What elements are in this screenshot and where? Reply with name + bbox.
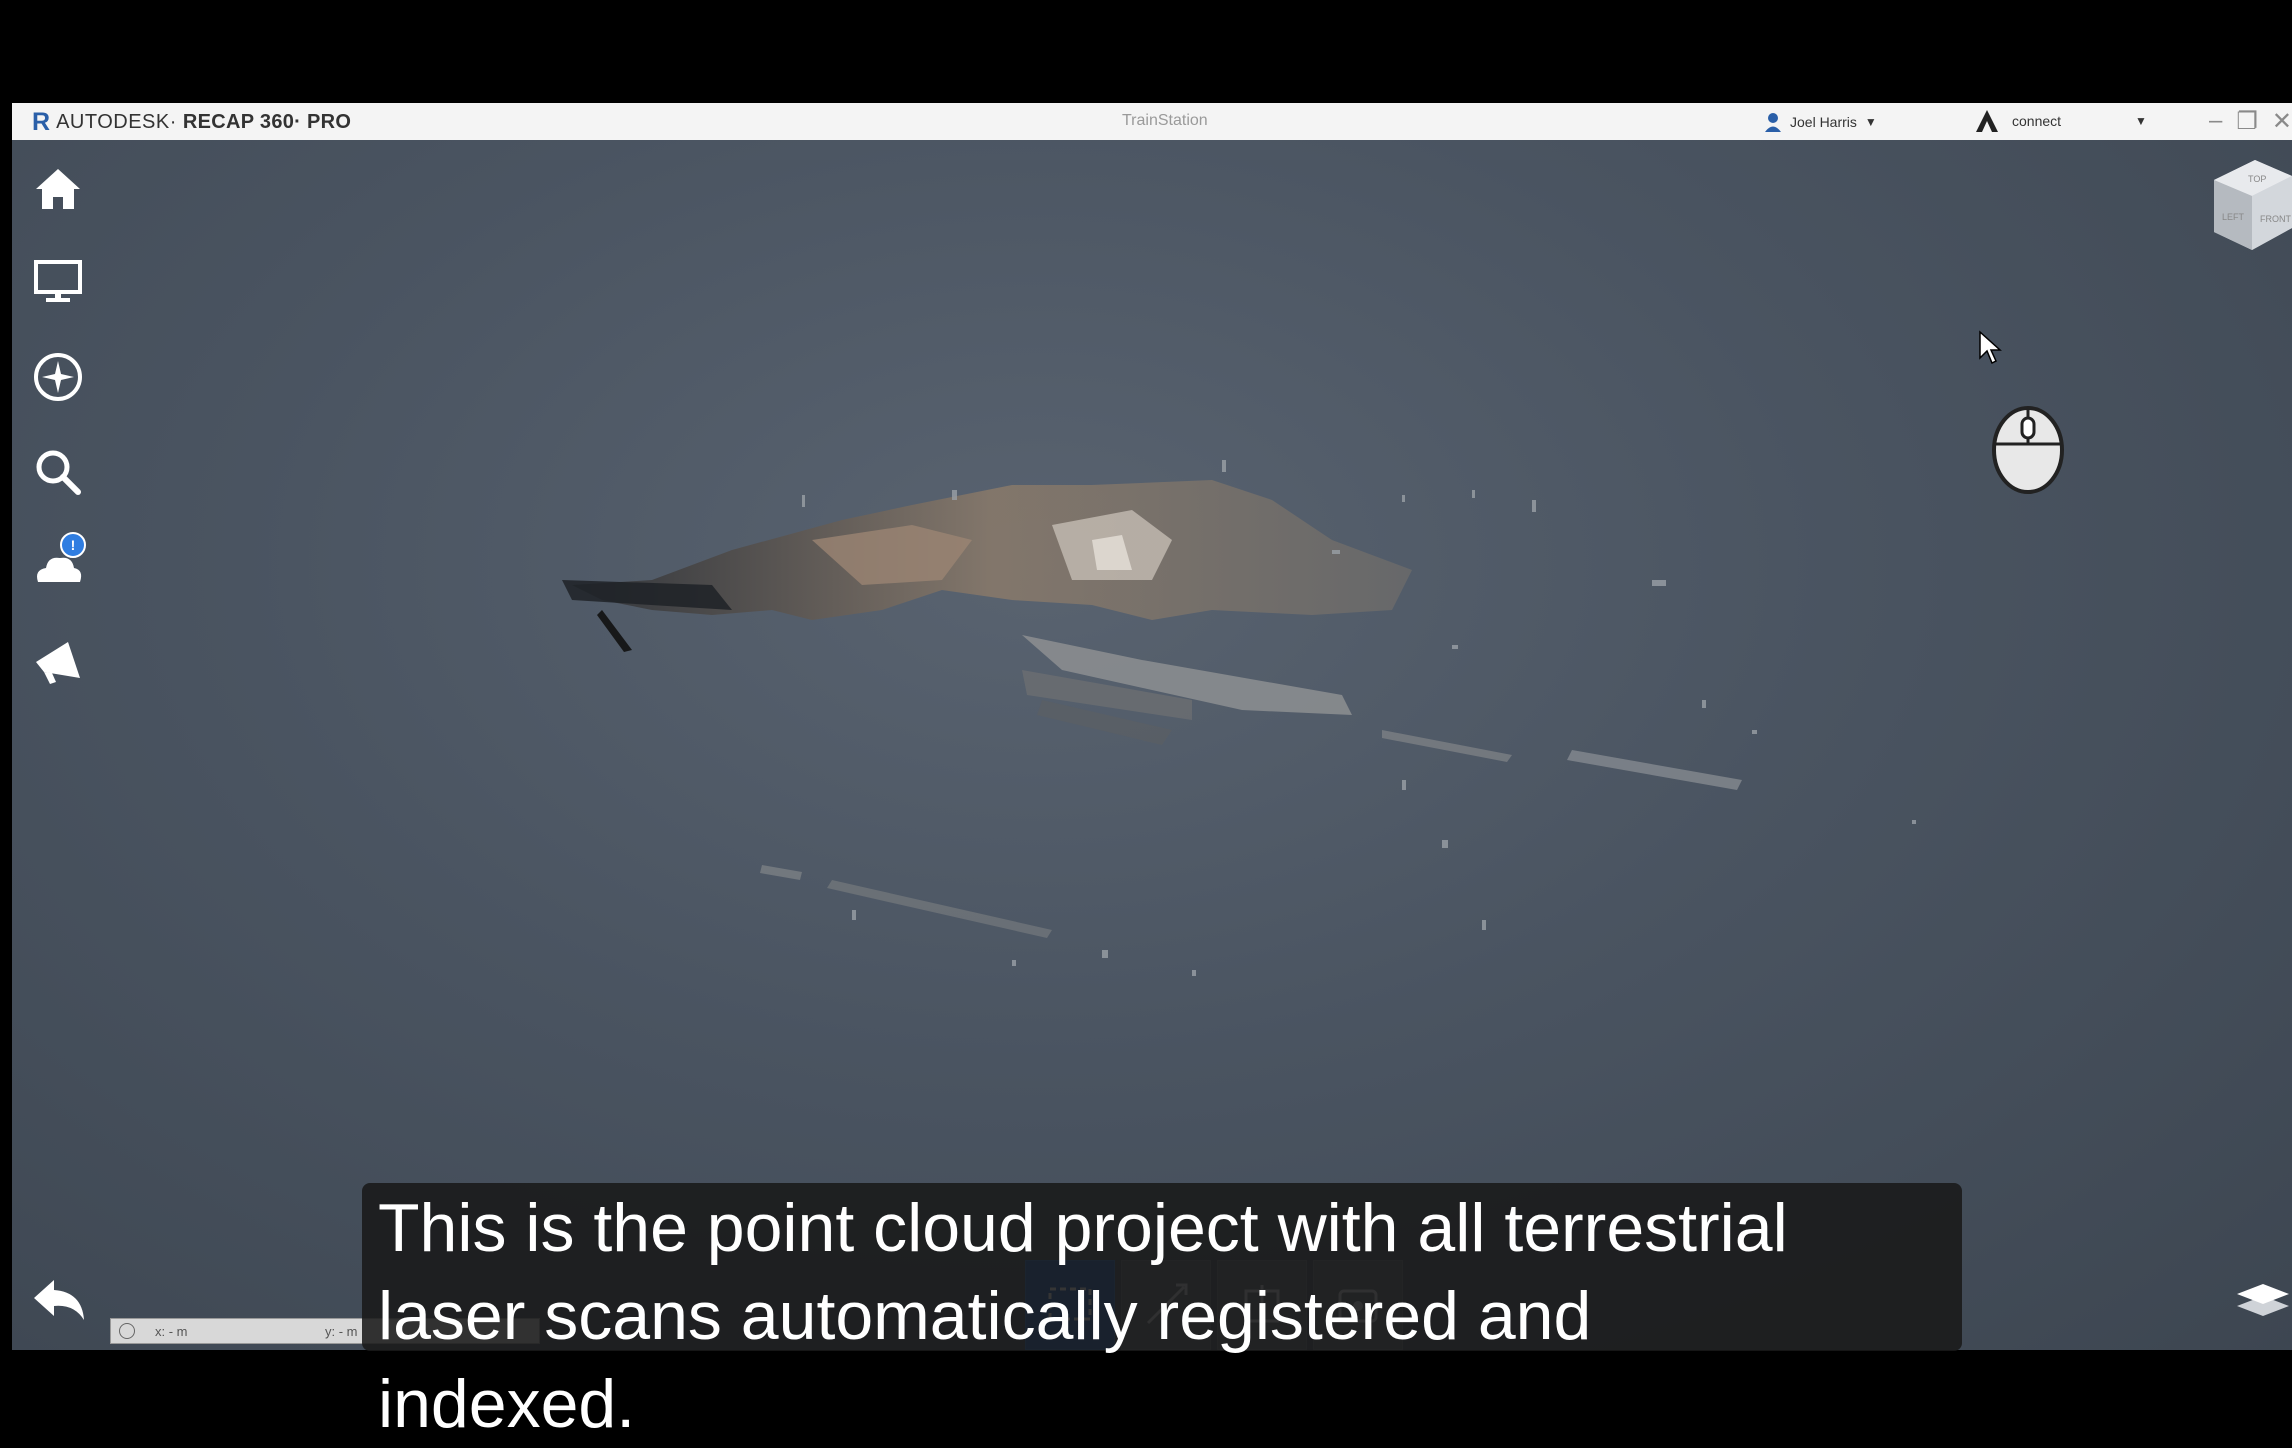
back-arrow-icon[interactable] [28,1270,92,1330]
home-icon [36,169,80,209]
announcements-button[interactable] [26,628,90,692]
user-menu[interactable]: Joel Harris ▼ [1764,111,1877,133]
mouse-navigation-icon [1992,406,2064,494]
home-button[interactable] [26,157,90,221]
viewcube-front-label: FRONT [2260,214,2291,224]
company-name: AUTODESK· [56,110,177,133]
autodesk-a-icon [1976,110,1998,132]
video-caption: This is the point cloud project with all… [378,1184,1978,1448]
connect-menu[interactable]: connect ▼ [1974,109,2147,133]
user-icon [1765,113,1781,132]
monitor-icon [34,260,82,302]
point-cloud [562,460,1916,976]
viewcube-top-label: TOP [2248,174,2266,184]
close-icon[interactable]: ✕ [2272,107,2292,136]
title-bar: R AUTODESK· RECAP 360· PRO TrainStation … [12,103,2292,141]
product-name: RECAP 360· PRO [182,110,352,133]
mouse-cursor-icon [1979,330,2002,365]
search-button[interactable] [26,440,90,504]
megaphone-icon [36,642,80,684]
minimize-icon[interactable]: – [2209,107,2222,136]
caption-line-3: indexed. [378,1366,636,1442]
document-title: TrainStation [1122,112,1208,129]
search-icon [36,450,81,495]
display-settings-button[interactable] [26,250,90,314]
chevron-down-icon: ▼ [1864,115,1877,129]
layers-icon[interactable] [2235,1270,2291,1320]
navigation-button[interactable] [26,345,90,409]
notification-badge: ! [60,532,86,558]
chevron-down-icon: ▼ [2135,114,2147,128]
y-coordinate: y: - m [325,1323,358,1339]
app-brand: R AUTODESK· RECAP 360· PRO [32,107,352,136]
compass-icon [34,353,82,401]
connect-label: connect [2012,113,2062,129]
app-logo: R [32,107,51,136]
restore-icon[interactable]: ❐ [2236,107,2258,136]
caption-line-1: This is the point cloud project with all… [378,1190,1788,1266]
crosshair-icon [119,1323,135,1339]
view-cube[interactable]: TOP LEFT FRONT [2200,150,2292,260]
caption-line-2: laser scans automatically registered and [378,1278,1592,1354]
user-name: Joel Harris [1790,114,1857,130]
letterbox-top [0,0,2292,103]
x-coordinate: x: - m [155,1323,188,1339]
viewcube-left-label: LEFT [2222,212,2245,222]
cloud-button[interactable]: ! [26,530,90,594]
window-controls: – ❐ ✕ [2209,107,2292,136]
